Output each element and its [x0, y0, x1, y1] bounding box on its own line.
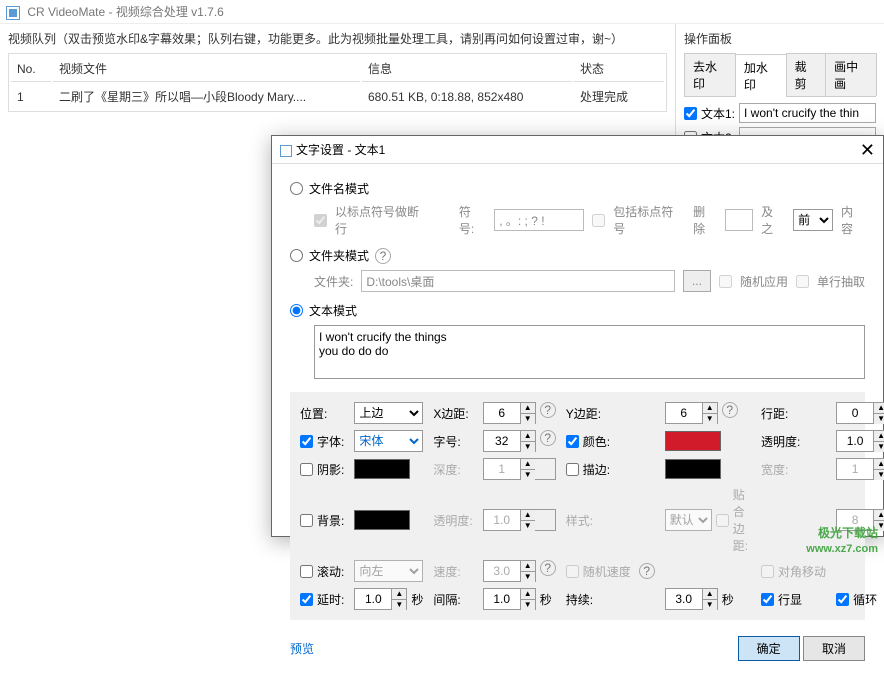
stroke-checkbox[interactable]: [566, 463, 579, 476]
text-textarea[interactable]: [314, 325, 865, 379]
random-apply-checkbox: [719, 275, 732, 288]
help-icon[interactable]: ?: [540, 430, 556, 446]
break-punct-checkbox: [314, 214, 327, 227]
cancel-button[interactable]: 取消: [803, 636, 865, 661]
video-queue-table: No. 视频文件 信息 状态 1 二刷了《星期三》所以唱—小段Bloody Ma…: [8, 53, 667, 112]
font-checkbox[interactable]: [300, 435, 313, 448]
include-punct-checkbox: [592, 214, 605, 227]
mode-filename-radio[interactable]: [290, 182, 303, 195]
folder-input[interactable]: [361, 270, 675, 292]
random-speed-checkbox: [566, 565, 579, 578]
col-status[interactable]: 状态: [574, 56, 664, 82]
delay-checkbox[interactable]: [300, 593, 313, 606]
scroll-select: 向左: [354, 560, 423, 582]
scroll-checkbox[interactable]: [300, 565, 313, 578]
fit-checkbox: [716, 514, 729, 527]
app-icon: [280, 145, 292, 157]
col-no[interactable]: No.: [11, 56, 51, 82]
mode-text-radio[interactable]: [290, 304, 303, 317]
single-line-checkbox: [796, 275, 809, 288]
help-icon[interactable]: ?: [540, 560, 556, 576]
panel-title: 操作面板: [684, 30, 876, 47]
diag-checkbox: [761, 565, 774, 578]
help-icon[interactable]: ?: [375, 248, 391, 264]
col-info[interactable]: 信息: [362, 56, 572, 82]
panel-tabs: 去水印 加水印 裁剪 画中画: [684, 53, 876, 97]
size-spinner[interactable]: ▲▼: [483, 430, 536, 452]
interval-spinner[interactable]: ▲▼: [483, 588, 536, 610]
loop-checkbox[interactable]: [836, 593, 849, 606]
tab-add-wm[interactable]: 加水印: [735, 54, 787, 97]
bg-checkbox[interactable]: [300, 514, 313, 527]
dialog-title: 文字设置 - 文本1: [296, 143, 385, 157]
help-icon[interactable]: ?: [540, 402, 556, 418]
bgop-spinner[interactable]: ▲▼: [483, 509, 556, 531]
table-row[interactable]: 1 二刷了《星期三》所以唱—小段Bloody Mary.... 680.51 K…: [11, 84, 664, 109]
tab-crop[interactable]: 裁剪: [786, 53, 827, 96]
width-spinner[interactable]: ▲▼: [836, 458, 884, 480]
text1-input[interactable]: [739, 103, 876, 123]
app-icon: [6, 6, 20, 20]
opacity-spinner[interactable]: ▲▼: [836, 430, 884, 452]
help-icon[interactable]: ?: [722, 402, 738, 418]
col-file[interactable]: 视频文件: [53, 56, 360, 82]
preview-link[interactable]: 预览: [290, 640, 314, 657]
mode-folder-radio[interactable]: [290, 249, 303, 262]
font-select[interactable]: 宋体: [354, 430, 423, 452]
window-title: CR VideoMate - 视频综合处理 v1.7.6: [27, 5, 224, 19]
tab-pip[interactable]: 画中画: [825, 53, 877, 96]
front-select[interactable]: 前: [793, 209, 833, 231]
speed-spinner[interactable]: ▲▼: [483, 560, 536, 582]
fit-spinner[interactable]: ▲▼: [836, 509, 884, 531]
bg-swatch[interactable]: [354, 510, 410, 530]
delay-spinner[interactable]: ▲▼: [354, 588, 407, 610]
del-input[interactable]: [725, 209, 753, 231]
window-titlebar: CR VideoMate - 视频综合处理 v1.7.6: [0, 0, 884, 24]
duration-spinner[interactable]: ▲▼: [665, 588, 718, 610]
text1-checkbox[interactable]: [684, 107, 697, 120]
text1-row: 文本1:: [684, 103, 876, 123]
color-checkbox[interactable]: [566, 435, 579, 448]
close-icon[interactable]: ✕: [860, 136, 875, 163]
queue-label: 视频队列（双击预览水印&字幕效果；队列右键，功能更多。此为视频批量处理工具，请别…: [8, 30, 667, 47]
punct-input[interactable]: [494, 209, 584, 231]
shadow-swatch[interactable]: [354, 459, 410, 479]
linesp-spinner[interactable]: ▲▼: [836, 402, 884, 424]
style-select: 默认: [665, 509, 712, 531]
browse-button[interactable]: ...: [683, 270, 711, 292]
ymargin-spinner[interactable]: ▲▼: [665, 402, 718, 424]
shadow-checkbox[interactable]: [300, 463, 313, 476]
color-swatch[interactable]: [665, 431, 721, 451]
ok-button[interactable]: 确定: [738, 636, 800, 661]
text-settings-dialog: 文字设置 - 文本1 ✕ 文件名模式 以标点符号做断行 符号: 包括标点符号 删…: [271, 135, 884, 537]
depth-spinner[interactable]: ▲▼: [483, 458, 556, 480]
help-icon[interactable]: ?: [639, 563, 655, 579]
tab-remove-wm[interactable]: 去水印: [684, 53, 736, 96]
showline-checkbox[interactable]: [761, 593, 774, 606]
pos-select[interactable]: 上边: [354, 402, 423, 424]
stroke-swatch[interactable]: [665, 459, 721, 479]
xmargin-spinner[interactable]: ▲▼: [483, 402, 536, 424]
